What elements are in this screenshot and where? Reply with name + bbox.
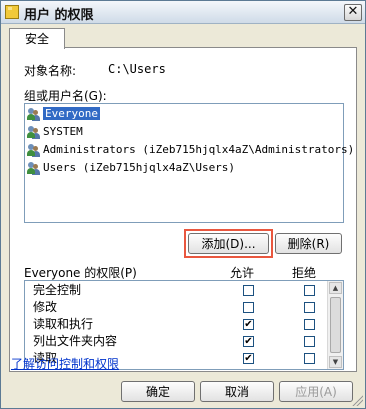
window-title: 用户 的权限: [24, 8, 94, 23]
add-button[interactable]: 添加(D)...: [188, 233, 269, 254]
user-name: Users (iZeb715hjqlx4aZ\Users): [43, 161, 236, 174]
object-name-value: C:\Users: [108, 62, 166, 76]
list-item-users[interactable]: Users (iZeb715hjqlx4aZ\Users): [27, 160, 339, 176]
deny-checkbox[interactable]: [304, 285, 315, 296]
list-item-administrators[interactable]: Administrators (iZeb715hjqlx4aZ\Administ…: [27, 142, 354, 158]
allow-checkbox[interactable]: ✔: [243, 353, 254, 364]
users-group-icon: [27, 161, 41, 175]
security-panel: 对象名称: C:\Users 组或用户名(G): Everyone SYSTEM…: [9, 47, 357, 372]
user-name: Everyone: [43, 107, 100, 120]
deny-checkbox[interactable]: [304, 336, 315, 347]
permission-name: 完全控制: [33, 283, 82, 297]
users-group-icon: [27, 107, 41, 121]
list-item-everyone[interactable]: Everyone: [27, 106, 339, 122]
resize-grip-icon[interactable]: [351, 394, 363, 406]
allow-checkbox[interactable]: [243, 302, 254, 313]
dialog-body: 安全 对象名称: C:\Users 组或用户名(G): Everyone SYS…: [1, 24, 365, 408]
deny-checkbox[interactable]: [304, 302, 315, 313]
allow-header: 允许: [230, 266, 255, 280]
tab-security[interactable]: 安全: [9, 28, 65, 49]
scroll-down-arrow-icon[interactable]: ▼: [329, 356, 342, 368]
permission-row: 列出文件夹内容 ✔: [25, 333, 325, 350]
group-user-list[interactable]: Everyone SYSTEM Administrators (iZeb715h…: [24, 103, 354, 223]
remove-button[interactable]: 删除(R): [275, 233, 342, 254]
scroll-up-arrow-icon[interactable]: ▲: [329, 282, 342, 294]
object-name-label: 对象名称:: [24, 64, 77, 78]
close-button[interactable]: ✕: [344, 4, 362, 21]
cancel-button[interactable]: 取消: [200, 381, 274, 402]
deny-checkbox[interactable]: [304, 319, 315, 330]
group-list-label: 组或用户名(G):: [24, 89, 107, 103]
apply-button[interactable]: 应用(A): [279, 381, 353, 402]
allow-checkbox[interactable]: [243, 285, 254, 296]
permission-row: 修改: [25, 299, 325, 316]
permission-row: 读取和执行 ✔: [25, 316, 325, 333]
user-name: Administrators (iZeb715hjqlx4aZ\Administ…: [43, 143, 355, 156]
permission-name: 列出文件夹内容: [33, 334, 118, 348]
allow-checkbox[interactable]: ✔: [243, 319, 254, 330]
permission-name: 修改: [33, 300, 58, 314]
permissions-title: Everyone 的权限(P): [24, 266, 137, 280]
permission-row: 完全控制: [25, 282, 325, 299]
deny-checkbox[interactable]: [304, 353, 315, 364]
list-item-system[interactable]: SYSTEM: [27, 124, 339, 140]
folder-icon: [5, 5, 19, 19]
allow-checkbox[interactable]: ✔: [243, 336, 254, 347]
users-group-icon: [27, 143, 41, 157]
ok-button[interactable]: 确定: [121, 381, 195, 402]
deny-header: 拒绝: [292, 266, 317, 280]
permission-name: 读取和执行: [33, 317, 94, 331]
access-control-help-link[interactable]: 了解访问控制和权限: [11, 355, 119, 372]
users-group-icon: [27, 125, 41, 139]
title-bar[interactable]: 用户 的权限 ✕: [1, 1, 365, 24]
user-name: SYSTEM: [43, 125, 83, 138]
permissions-scrollbar[interactable]: ▲ ▼: [327, 281, 343, 369]
scrollbar-thumb[interactable]: [330, 297, 341, 353]
permissions-dialog: 用户 的权限 ✕ 安全 对象名称: C:\Users 组或用户名(G): Eve…: [0, 0, 366, 409]
